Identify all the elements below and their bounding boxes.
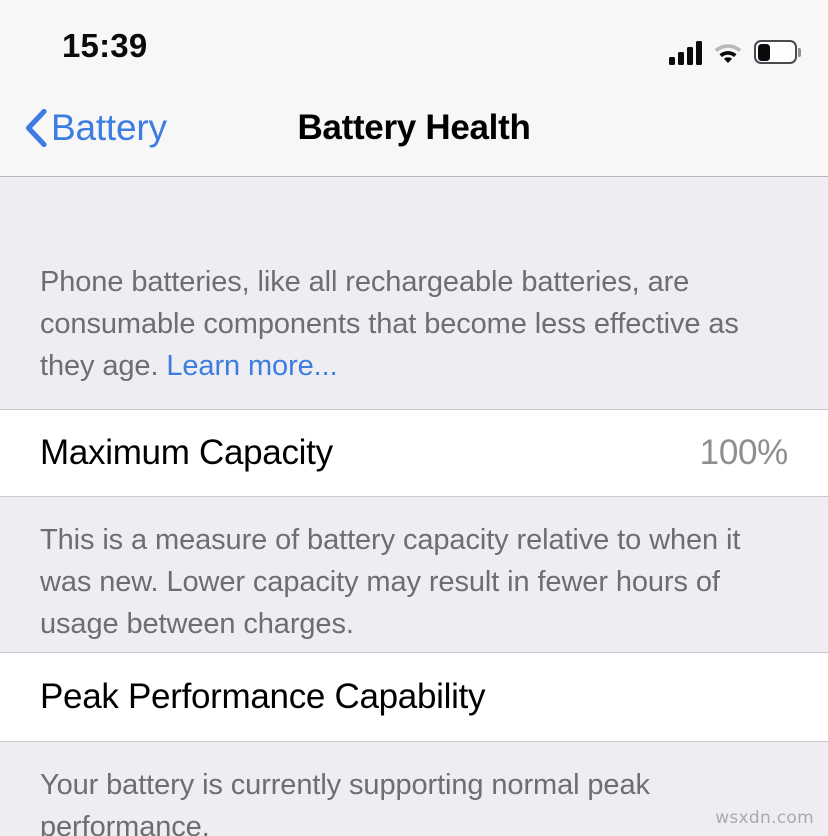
page-title: Battery Health xyxy=(297,108,531,147)
battery-level-fill xyxy=(757,43,770,61)
maximum-capacity-description: This is a measure of battery capacity re… xyxy=(0,497,828,653)
battery-terminal xyxy=(798,48,801,57)
signal-bar-3 xyxy=(687,47,693,65)
battery-health-screen: 15:39 Battery Battery Health Phone batte… xyxy=(0,0,828,836)
navigation-bar: Battery Battery Health xyxy=(0,80,828,177)
peak-performance-description: Your battery is currently supporting nor… xyxy=(0,742,828,836)
status-bar-clock: 15:39 xyxy=(62,27,148,64)
status-bar: 15:39 xyxy=(0,0,828,80)
cellular-signal-icon xyxy=(669,41,702,65)
wifi-icon xyxy=(714,44,742,63)
intro-description: Phone batteries, like all rechargeable b… xyxy=(0,178,828,410)
peak-performance-capability-row: Peak Performance Capability xyxy=(0,653,828,742)
battery-icon xyxy=(754,40,801,64)
peak-performance-capability-label: Peak Performance Capability xyxy=(40,677,486,716)
learn-more-link[interactable]: Learn more... xyxy=(166,350,337,382)
signal-bar-2 xyxy=(678,52,684,65)
maximum-capacity-value: 100% xyxy=(699,433,789,472)
status-bar-indicators xyxy=(669,31,801,65)
signal-bar-1 xyxy=(669,57,675,65)
signal-bar-4 xyxy=(696,41,702,65)
maximum-capacity-label: Maximum Capacity xyxy=(40,433,333,472)
site-watermark: wsxdn.com xyxy=(715,808,814,828)
maximum-capacity-row: Maximum Capacity 100% xyxy=(0,410,828,497)
intro-description-text: Phone batteries, like all rechargeable b… xyxy=(40,266,739,382)
